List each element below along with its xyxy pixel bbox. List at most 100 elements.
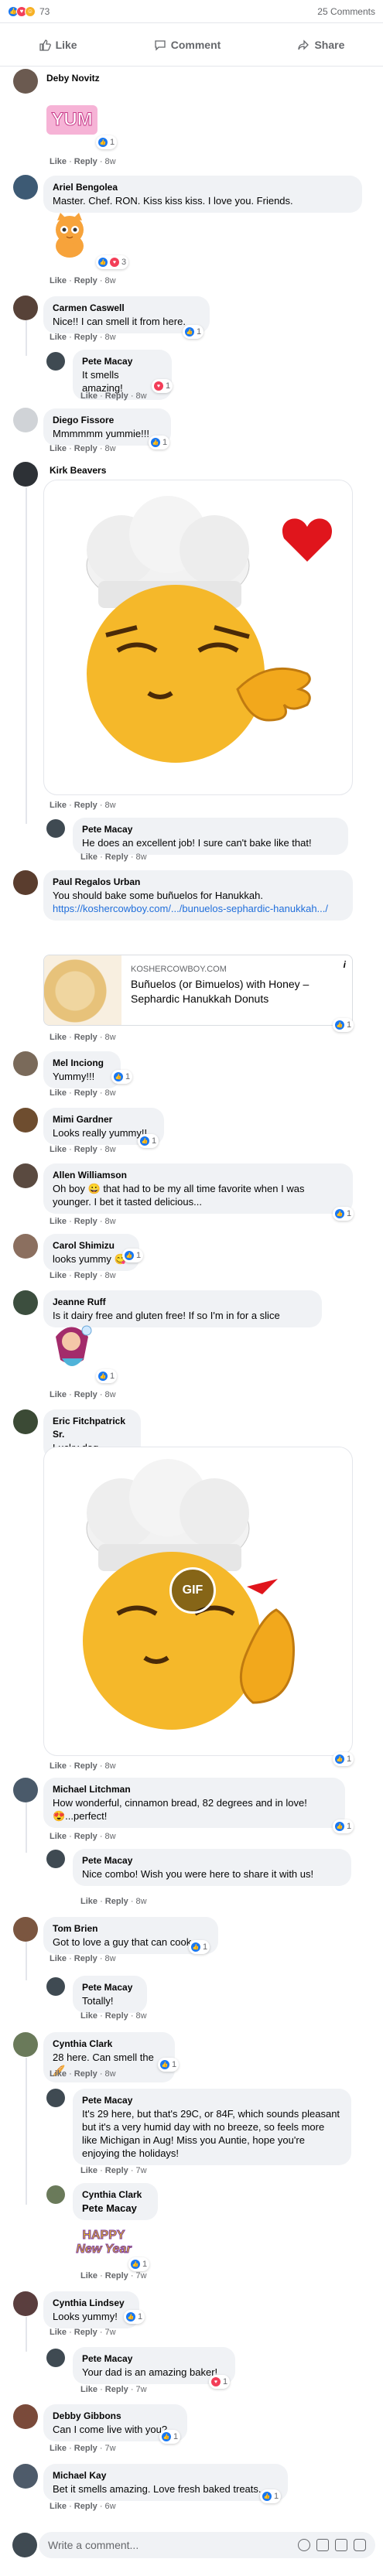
reaction-badge[interactable]: 👍 1 [111, 1070, 133, 1084]
comment-author[interactable]: Michael Litchman [53, 1783, 336, 1796]
comment-author[interactable]: Eric Fitchpatrick Sr. [53, 1415, 132, 1441]
comments-count[interactable]: 25 Comments [317, 6, 375, 17]
reaction-badge[interactable]: 👍 1 [159, 2430, 181, 2444]
reply-link[interactable]: Reply [105, 2271, 128, 2280]
like-link[interactable]: Like [80, 2271, 97, 2280]
avatar[interactable] [46, 352, 65, 371]
comment-button[interactable]: Comment [154, 39, 221, 51]
comment-author[interactable]: Paul Regalos Urban [53, 876, 344, 889]
comment-author[interactable]: Mimi Gardner [53, 1113, 155, 1126]
comment-input[interactable]: Write a comment... [39, 2532, 375, 2558]
info-icon[interactable]: i [344, 959, 346, 970]
like-link[interactable]: Like [50, 276, 67, 285]
like-link[interactable]: Like [80, 391, 97, 401]
avatar[interactable] [13, 1234, 38, 1259]
share-button[interactable]: Share [297, 39, 344, 51]
reply-link[interactable]: Reply [74, 1390, 97, 1399]
reply-link[interactable]: Reply [74, 2069, 97, 2079]
avatar[interactable] [13, 1409, 38, 1434]
reply-link[interactable]: Reply [74, 1033, 97, 1042]
like-link[interactable]: Like [50, 1217, 67, 1226]
reaction-badge[interactable]: 👍 1 [138, 1134, 159, 1148]
avatar[interactable] [13, 1917, 38, 1942]
comment-author[interactable]: Allen Williamson [53, 1169, 344, 1182]
avatar[interactable] [13, 2032, 38, 2057]
reply-link[interactable]: Reply [74, 333, 97, 342]
avatar[interactable] [13, 69, 38, 94]
reply-link[interactable]: Reply [74, 801, 97, 810]
comment-author[interactable]: Kirk Beavers [50, 465, 106, 476]
reaction-count[interactable]: 73 [39, 6, 50, 17]
avatar[interactable] [46, 2349, 65, 2367]
reaction-badge[interactable]: 👍 1 [189, 1940, 210, 1954]
reply-link[interactable]: Reply [105, 852, 128, 862]
avatar[interactable] [46, 819, 65, 838]
chef-kiss-sticker[interactable] [43, 480, 353, 795]
avatar[interactable] [46, 2089, 65, 2107]
reply-link[interactable]: Reply [105, 391, 128, 401]
reply-link[interactable]: Reply [74, 1954, 97, 1963]
reaction-badge[interactable]: 👍 1 [333, 1207, 354, 1221]
avatar[interactable] [13, 2404, 38, 2429]
comment-author[interactable]: Cynthia Clark [53, 2038, 166, 2051]
avatar[interactable] [13, 408, 38, 432]
reply-link[interactable]: Reply [105, 2385, 128, 2394]
like-link[interactable]: Like [50, 444, 67, 453]
reply-link[interactable]: Reply [74, 1088, 97, 1098]
avatar[interactable] [46, 1977, 65, 1996]
like-link[interactable]: Like [50, 1761, 67, 1771]
avatar[interactable] [46, 2185, 65, 2204]
like-link[interactable]: Like [50, 1271, 67, 1280]
like-link[interactable]: Like [50, 1390, 67, 1399]
comment-author[interactable]: Pete Macay [82, 823, 339, 836]
like-link[interactable]: Like [50, 2069, 67, 2079]
reply-link[interactable]: Reply [105, 1897, 128, 1906]
reaction-badge[interactable]: 👍 1 [124, 2310, 145, 2324]
comment-author[interactable]: Pete Macay [82, 2352, 226, 2366]
reply-link[interactable]: Reply [74, 1217, 97, 1226]
like-link[interactable]: Like [50, 1954, 67, 1963]
reaction-badge[interactable]: 👍 1 [333, 1819, 354, 1833]
reply-link[interactable]: Reply [74, 1761, 97, 1771]
avatar[interactable] [13, 1778, 38, 1802]
like-link[interactable]: Like [80, 2385, 97, 2394]
like-link[interactable]: Like [50, 2328, 67, 2337]
like-link[interactable]: Like [80, 2166, 97, 2175]
like-link[interactable]: Like [50, 333, 67, 342]
like-link[interactable]: Like [50, 157, 67, 166]
comment-author[interactable]: Pete Macay [82, 355, 162, 368]
mention[interactable]: Pete Macay [82, 2202, 137, 2214]
comment-author[interactable]: Debby Gibbons [53, 2410, 178, 2423]
reaction-badge[interactable]: 👍 1 [96, 135, 118, 149]
like-link[interactable]: Like [50, 2502, 67, 2511]
like-link[interactable]: Like [50, 1088, 67, 1098]
like-link[interactable]: Like [80, 2011, 97, 2021]
reply-link[interactable]: Reply [74, 2444, 97, 2453]
reaction-badge[interactable]: 👍 1 [260, 2489, 282, 2503]
like-link[interactable]: Like [50, 1832, 67, 1841]
comment-author[interactable]: Cynthia Clark [82, 2188, 149, 2202]
like-link[interactable]: Like [50, 1033, 67, 1042]
comment-author[interactable]: Pete Macay [82, 2094, 342, 2107]
avatar[interactable] [13, 1051, 38, 1076]
avatar[interactable] [46, 1850, 65, 1868]
reply-link[interactable]: Reply [105, 2011, 128, 2021]
like-button[interactable]: Like [39, 39, 77, 51]
chef-kiss-gif[interactable]: GIF [43, 1447, 353, 1756]
avatar[interactable] [13, 462, 38, 487]
reaction-badge[interactable]: ♥ 1 [152, 379, 173, 393]
comment-author[interactable]: Pete Macay [82, 1854, 342, 1867]
comment-author[interactable]: Carmen Caswell [53, 302, 200, 315]
reaction-badge[interactable]: ♥ 1 [209, 2375, 231, 2389]
link-preview-card[interactable]: KOSHERCOWBOY.COM Buñuelos (or Bimuelos) … [43, 955, 353, 1026]
like-link[interactable]: Like [50, 1145, 67, 1154]
comment-author[interactable]: Pete Macay [82, 1981, 138, 1994]
reaction-badge[interactable]: 👍 ♥ 3 [96, 255, 129, 269]
user-avatar[interactable] [12, 2533, 37, 2557]
reply-link[interactable]: Reply [74, 1271, 97, 1280]
avatar[interactable] [13, 296, 38, 320]
comment-author[interactable]: Diego Fissore [53, 414, 162, 427]
comment-author[interactable]: Mel Inciong [53, 1057, 111, 1070]
comment-link[interactable]: https://koshercowboy.com/.../bunuelos-se… [53, 903, 328, 914]
avatar[interactable] [13, 2291, 38, 2316]
